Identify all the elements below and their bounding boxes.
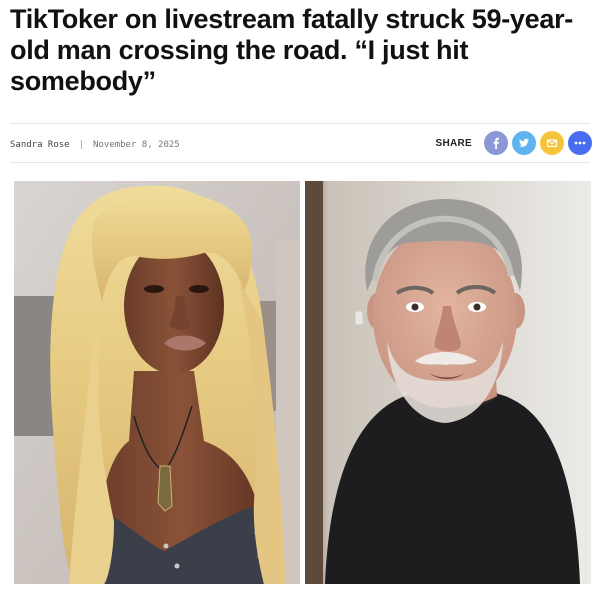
share-label: SHARE bbox=[435, 137, 472, 149]
share-bar: SHARE bbox=[435, 131, 592, 155]
article-headline: TikToker on livestream fatally struck 59… bbox=[10, 4, 573, 96]
facebook-share-button[interactable] bbox=[484, 131, 508, 155]
man-photo bbox=[305, 181, 591, 584]
author-name[interactable]: Sandra Rose bbox=[10, 140, 70, 150]
twitter-share-button[interactable] bbox=[512, 131, 536, 155]
mail-icon bbox=[546, 137, 558, 149]
meta-divider-bottom bbox=[10, 162, 590, 163]
woman-photo bbox=[14, 181, 300, 584]
facebook-icon bbox=[490, 137, 502, 149]
meta-divider-top bbox=[10, 123, 590, 124]
meta-separator: | bbox=[78, 140, 85, 150]
more-share-button[interactable] bbox=[568, 131, 592, 155]
publish-date: November 8, 2025 bbox=[93, 140, 180, 150]
twitter-icon bbox=[518, 137, 530, 149]
article-meta: Sandra Rose | November 8, 2025 bbox=[10, 138, 180, 152]
more-icon bbox=[573, 137, 587, 149]
email-share-button[interactable] bbox=[540, 131, 564, 155]
